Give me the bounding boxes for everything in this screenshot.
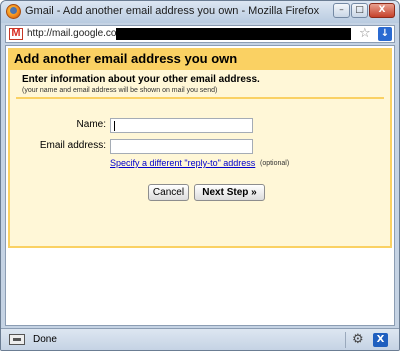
divider bbox=[16, 97, 384, 99]
xmarks-icon[interactable]: X bbox=[373, 333, 388, 347]
text-caret bbox=[114, 121, 115, 131]
window-controls: – □ X bbox=[332, 3, 395, 18]
gmail-favicon-icon bbox=[9, 27, 23, 40]
intro-text: Enter information about your other email… bbox=[22, 74, 260, 85]
next-step-button[interactable]: Next Step » bbox=[194, 184, 265, 201]
title-bar[interactable]: Gmail - Add another email address you ow… bbox=[1, 1, 399, 23]
cancel-button[interactable]: Cancel bbox=[148, 184, 189, 201]
status-page-icon[interactable] bbox=[9, 334, 25, 345]
name-label: Name: bbox=[76, 119, 106, 130]
bookmark-star-icon[interactable]: ☆ bbox=[359, 26, 371, 42]
optional-note: (optional) bbox=[260, 160, 290, 167]
url-text[interactable]: http://mail.google.com bbox=[27, 28, 125, 39]
maximize-button[interactable]: □ bbox=[351, 3, 368, 18]
minimize-button[interactable]: – bbox=[333, 3, 350, 18]
replyto-link[interactable]: Specify a different "reply-to" address bbox=[110, 158, 255, 168]
window-title: Gmail - Add another email address you ow… bbox=[25, 5, 320, 17]
status-text: Done bbox=[33, 334, 57, 345]
url-redacted-block bbox=[116, 28, 351, 40]
dialog-header: Add another email address you own bbox=[8, 48, 392, 70]
close-button[interactable]: X bbox=[369, 3, 395, 18]
dialog-title: Add another email address you own bbox=[14, 51, 238, 66]
page-content: Add another email address you own Enter … bbox=[5, 45, 395, 326]
feed-icon[interactable]: ↓ bbox=[378, 27, 392, 41]
status-bar: Done ⚙ X bbox=[1, 328, 399, 350]
dialog-body: Enter information about your other email… bbox=[8, 70, 392, 248]
name-input[interactable] bbox=[110, 118, 253, 133]
intro-subtext: (your name and email address will be sho… bbox=[22, 87, 218, 94]
gear-icon[interactable]: ⚙ bbox=[352, 332, 364, 347]
browser-window: Gmail - Add another email address you ow… bbox=[0, 0, 400, 351]
email-input[interactable] bbox=[110, 139, 253, 154]
email-label: Email address: bbox=[39, 140, 106, 151]
firefox-icon bbox=[6, 4, 21, 19]
address-bar[interactable]: http://mail.google.com ☆ ↓ bbox=[5, 25, 395, 43]
status-separator bbox=[345, 332, 346, 348]
